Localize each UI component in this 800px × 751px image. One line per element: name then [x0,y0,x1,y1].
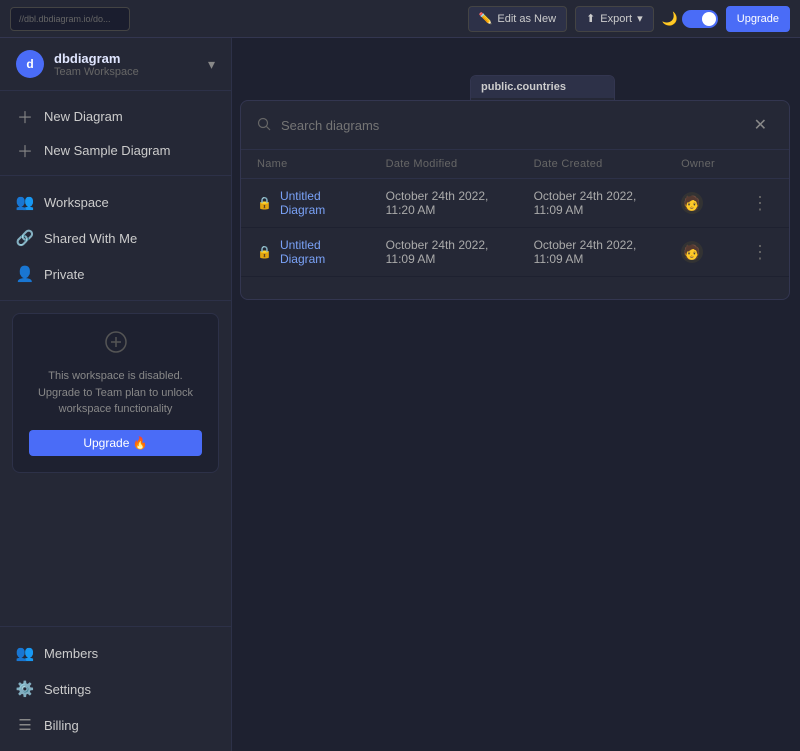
shared-icon: 🔗 [16,229,34,247]
diagram-link[interactable]: Untitled Diagram [280,238,354,266]
row-menu-cell: ⋮ [731,228,789,277]
chevron-down-icon: ▾ [208,56,215,73]
new-sample-label: New Sample Diagram [44,143,170,158]
export-button[interactable]: ⬆ Export ▾ [575,6,654,32]
modified-date: October 24th 2022, 11:09 AM [370,228,518,277]
workspace-notice: This workspace is disabled.Upgrade to Te… [12,313,219,473]
col-header-owner: Owner [665,150,731,179]
diagram-dialog: ✕ Name Date Modified Date Created Owner … [240,100,790,300]
private-icon: 👤 [16,265,34,283]
billing-icon: ☰ [16,716,34,734]
diagram-name-cell: 🔒 Untitled Diagram [241,179,370,228]
search-icon [257,117,271,134]
app-name: dbdiagram [54,51,198,66]
edit-as-new-button[interactable]: ✏️ Edit as New [468,6,567,32]
workspace-label: Team Workspace [54,66,198,78]
avatar: d [16,50,44,78]
sidebar-item-members[interactable]: 👥 Members [0,635,231,671]
sidebar-panel: d dbdiagram Team Workspace ▾ ＋ New Diagr… [0,38,232,751]
plus-circle-icon [29,330,202,360]
sidebar-item-shared[interactable]: 🔗 Shared With Me [0,220,231,256]
moon-icon: 🌙 [662,11,678,27]
col-header-created: Date Created [518,150,666,179]
chevron-down-icon: ▾ [637,12,643,25]
owner-cell: 🧑 [665,179,731,228]
new-diagram-label: New Diagram [44,109,123,124]
upgrade-button[interactable]: Upgrade [726,6,790,32]
settings-label: Settings [44,682,91,697]
table-row: 🔒 Untitled Diagram October 24th 2022, 11… [241,179,789,228]
notice-upgrade-button[interactable]: Upgrade 🔥 [29,430,202,456]
search-input[interactable] [281,118,738,133]
col-header-modified: Date Modified [370,150,518,179]
col-header-name: Name [241,150,370,179]
sidebar-item-billing[interactable]: ☰ Billing [0,707,231,743]
workspace-nav-label: Workspace [44,195,109,210]
row-menu-button[interactable]: ⋮ [747,193,773,214]
members-icon: 👥 [16,644,34,662]
created-date: October 24th 2022, 11:09 AM [518,179,666,228]
diagram-name-cell: 🔒 Untitled Diagram [241,228,370,277]
plus-icon: ＋ [16,107,34,125]
col-header-actions [731,150,789,179]
notice-text: This workspace is disabled.Upgrade to Te… [29,368,202,418]
export-icon: ⬆ [586,12,595,25]
url-bar[interactable]: //dbl.dbdiagram.io/do... [10,7,130,31]
sidebar-item-workspace[interactable]: 👥 Workspace [0,184,231,220]
workspace-icon: 👥 [16,193,34,211]
workspace-info: dbdiagram Team Workspace [54,51,198,78]
diagrams-table: Name Date Modified Date Created Owner 🔒 … [241,150,789,277]
members-label: Members [44,646,98,661]
toggle-switch[interactable] [682,10,718,28]
row-menu-button[interactable]: ⋮ [747,242,773,263]
row-menu-cell: ⋮ [731,179,789,228]
new-diagram-item[interactable]: ＋ New Diagram [0,99,231,133]
diagram-link[interactable]: Untitled Diagram [280,189,354,217]
lock-icon: 🔒 [257,196,272,210]
dialog-search-header: ✕ [241,101,789,150]
sidebar-bottom: 👥 Members ⚙️ Settings ☰ Billing [0,626,231,751]
close-icon[interactable]: ✕ [748,113,773,137]
modified-date: October 24th 2022, 11:20 AM [370,179,518,228]
owner-avatar: 🧑 [681,192,703,214]
toolbar: //dbl.dbdiagram.io/do... ✏️ Edit as New … [0,0,800,38]
sidebar-header[interactable]: d dbdiagram Team Workspace ▾ [0,38,231,91]
settings-icon: ⚙️ [16,680,34,698]
created-date: October 24th 2022, 11:09 AM [518,228,666,277]
shared-nav-label: Shared With Me [44,231,137,246]
owner-avatar: 🧑 [681,241,703,263]
billing-label: Billing [44,718,79,733]
private-nav-label: Private [44,267,84,282]
new-sample-diagram-item[interactable]: ＋ New Sample Diagram [0,133,231,167]
dark-mode-toggle[interactable]: 🌙 [662,10,718,28]
lock-icon: 🔒 [257,245,272,259]
table-title: public.countries [471,76,614,98]
owner-cell: 🧑 [665,228,731,277]
table-row: 🔒 Untitled Diagram October 24th 2022, 11… [241,228,789,277]
plus-icon: ＋ [16,141,34,159]
sidebar-item-private[interactable]: 👤 Private [0,256,231,292]
edit-icon: ✏️ [479,12,493,25]
sidebar-item-settings[interactable]: ⚙️ Settings [0,671,231,707]
sidebar-actions: ＋ New Diagram ＋ New Sample Diagram [0,91,231,176]
sidebar-nav: 👥 Workspace 🔗 Shared With Me 👤 Private [0,176,231,301]
